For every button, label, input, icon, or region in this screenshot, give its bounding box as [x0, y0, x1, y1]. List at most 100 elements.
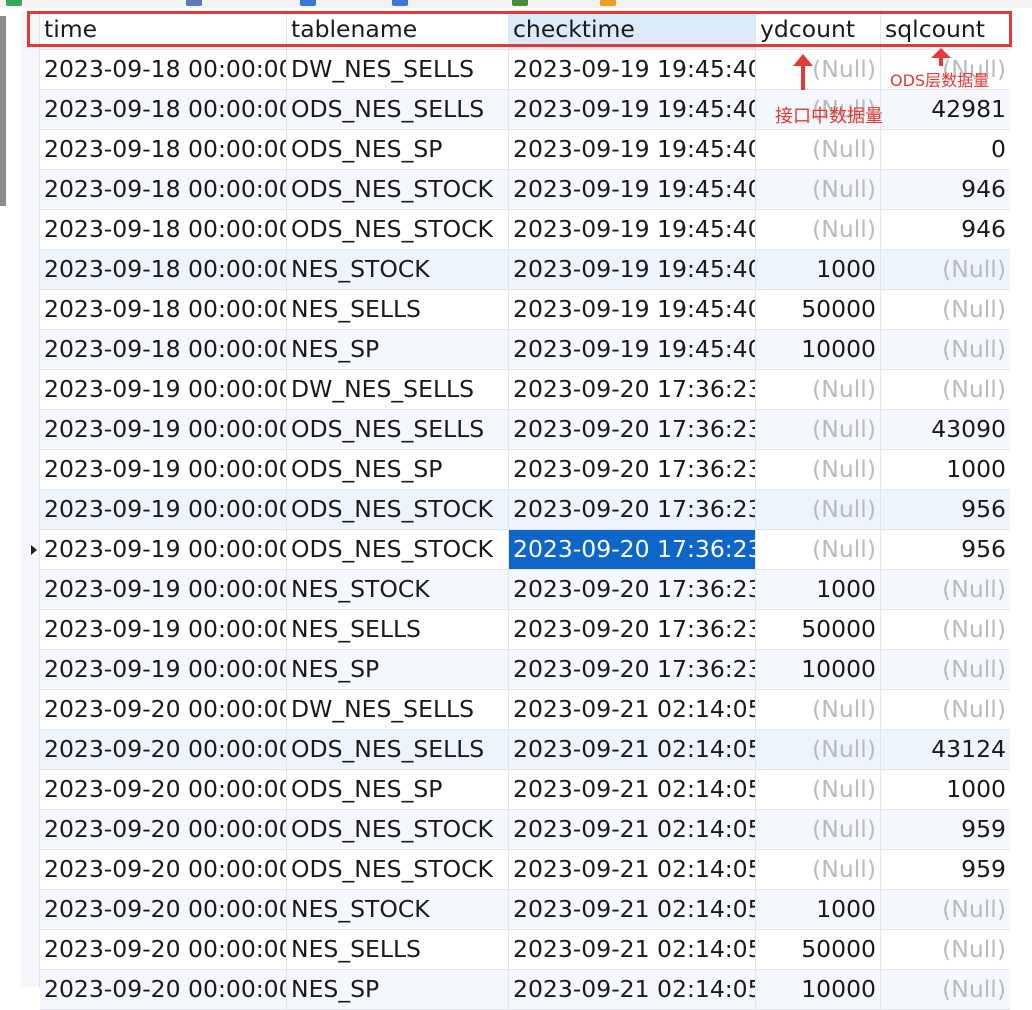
import-icon[interactable] — [512, 0, 528, 6]
cell-sqlcount[interactable]: 42981 — [881, 90, 1010, 129]
cell-sqlcount[interactable]: 43124 — [881, 730, 1010, 769]
cell-ydcount[interactable]: (Null) — [756, 410, 881, 449]
cell-ydcount[interactable]: (Null) — [756, 370, 881, 409]
cell-tablename[interactable]: ODS_NES_SP — [287, 450, 509, 489]
table-row[interactable]: 2023-09-20 00:00:00 DW_NES_SELLS 2023-09-2… — [40, 690, 1010, 730]
cell-sqlcount[interactable]: (Null) — [881, 610, 1010, 649]
cell-time[interactable]: 2023-09-19 00:00:00 — [40, 490, 287, 529]
sort-icon[interactable] — [392, 0, 408, 6]
cell-tablename[interactable]: ODS_NES_SP — [287, 770, 509, 809]
table-row[interactable]: 2023-09-19 00:00:00 NES_STOCK 2023-09-20 1… — [40, 570, 1010, 610]
cell-sqlcount[interactable]: 0 — [881, 130, 1010, 169]
table-row[interactable]: 2023-09-20 00:00:00 NES_SP 2023-09-21 02:1… — [40, 970, 1010, 1010]
cell-sqlcount[interactable]: (Null) — [881, 650, 1010, 689]
cell-ydcount[interactable]: (Null) — [756, 130, 881, 169]
column-header-tablename[interactable]: tablename — [287, 10, 509, 49]
table-row[interactable]: 2023-09-19 00:00:00 ODS_NES_SP 2023-09-20 … — [40, 450, 1010, 490]
cell-time[interactable]: 2023-09-18 00:00:00 — [40, 90, 287, 129]
cell-time[interactable]: 2023-09-18 00:00:00 — [40, 330, 287, 369]
table-row[interactable]: 2023-09-19 00:00:00 ODS_NES_STOCK 2023-09-… — [40, 490, 1010, 530]
cell-ydcount[interactable]: (Null) — [756, 490, 881, 529]
cell-sqlcount[interactable]: 1000 — [881, 450, 1010, 489]
cell-tablename[interactable]: NES_STOCK — [287, 250, 509, 289]
cell-time[interactable]: 2023-09-20 00:00:00 — [40, 970, 287, 1009]
column-header-sqlcount[interactable]: sqlcount — [881, 10, 1010, 49]
cell-ydcount[interactable]: (Null) — [756, 50, 881, 89]
cell-time[interactable]: 2023-09-18 00:00:00 — [40, 250, 287, 289]
cell-checktime[interactable]: 2023-09-21 02:14:05 — [509, 690, 756, 729]
cell-time[interactable]: 2023-09-18 00:00:00 — [40, 210, 287, 249]
table-row[interactable]: 2023-09-19 00:00:00 NES_SP 2023-09-20 17:3… — [40, 650, 1010, 690]
table-row[interactable]: 2023-09-19 00:00:00 ODS_NES_STOCK 2023-09-… — [40, 530, 1010, 570]
cell-checktime[interactable]: 2023-09-20 17:36:23 — [509, 650, 756, 689]
cell-time[interactable]: 2023-09-19 00:00:00 — [40, 450, 287, 489]
table-row[interactable]: 2023-09-20 00:00:00 NES_SELLS 2023-09-21 0… — [40, 930, 1010, 970]
table-row[interactable]: 2023-09-19 00:00:00 ODS_NES_SELLS 2023-09-… — [40, 410, 1010, 450]
cell-time[interactable]: 2023-09-20 00:00:00 — [40, 890, 287, 929]
cell-tablename[interactable]: NES_SELLS — [287, 610, 509, 649]
cell-tablename[interactable]: ODS_NES_STOCK — [287, 810, 509, 849]
cell-tablename[interactable]: ODS_NES_STOCK — [287, 170, 509, 209]
cell-time[interactable]: 2023-09-20 00:00:00 — [40, 930, 287, 969]
cell-tablename[interactable]: ODS_NES_STOCK — [287, 490, 509, 529]
left-scrollbar[interactable] — [0, 16, 6, 206]
cell-tablename[interactable]: NES_SP — [287, 970, 509, 1009]
cell-ydcount[interactable]: 50000 — [756, 930, 881, 969]
cell-ydcount[interactable]: (Null) — [756, 730, 881, 769]
cell-checktime[interactable]: 2023-09-20 17:36:23 — [509, 610, 756, 649]
export-icon[interactable] — [600, 0, 616, 6]
cell-ydcount[interactable]: (Null) — [756, 850, 881, 889]
cell-time[interactable]: 2023-09-19 00:00:00 — [40, 570, 287, 609]
cell-sqlcount[interactable]: 946 — [881, 210, 1010, 249]
cell-ydcount[interactable]: 1000 — [756, 570, 881, 609]
cell-sqlcount[interactable]: (Null) — [881, 970, 1010, 1009]
cell-sqlcount[interactable]: (Null) — [881, 290, 1010, 329]
cell-sqlcount[interactable]: (Null) — [881, 570, 1010, 609]
cell-checktime[interactable]: 2023-09-20 17:36:23 — [509, 370, 756, 409]
cell-ydcount[interactable]: (Null) — [756, 210, 881, 249]
cell-sqlcount[interactable]: 43090 — [881, 410, 1010, 449]
cell-tablename[interactable]: DW_NES_SELLS — [287, 370, 509, 409]
cell-ydcount[interactable]: (Null) — [756, 810, 881, 849]
table-row[interactable]: 2023-09-18 00:00:00 NES_STOCK 2023-09-19 1… — [40, 250, 1010, 290]
start-transaction-icon[interactable] — [6, 0, 22, 6]
cell-checktime[interactable]: 2023-09-21 02:14:05 — [509, 970, 756, 1009]
table-row[interactable]: 2023-09-18 00:00:00 ODS_NES_SP 2023-09-19 … — [40, 130, 1010, 170]
cell-checktime[interactable]: 2023-09-20 17:36:23 — [509, 450, 756, 489]
cell-tablename[interactable]: ODS_NES_SELLS — [287, 90, 509, 129]
cell-tablename[interactable]: NES_SELLS — [287, 930, 509, 969]
table-row[interactable]: 2023-09-18 00:00:00 ODS_NES_STOCK 2023-09-… — [40, 170, 1010, 210]
cell-checktime[interactable]: 2023-09-19 19:45:40 — [509, 290, 756, 329]
cell-sqlcount[interactable]: 956 — [881, 530, 1010, 569]
cell-time[interactable]: 2023-09-18 00:00:00 — [40, 290, 287, 329]
table-row[interactable]: 2023-09-19 00:00:00 NES_SELLS 2023-09-20 1… — [40, 610, 1010, 650]
table-row[interactable]: 2023-09-18 00:00:00 ODS_NES_STOCK 2023-09-… — [40, 210, 1010, 250]
cell-sqlcount[interactable]: 946 — [881, 170, 1010, 209]
column-header-ydcount[interactable]: ydcount — [756, 10, 881, 49]
table-row[interactable]: 2023-09-18 00:00:00 NES_SP 2023-09-19 19:4… — [40, 330, 1010, 370]
cell-tablename[interactable]: NES_SP — [287, 330, 509, 369]
cell-time[interactable]: 2023-09-18 00:00:00 — [40, 130, 287, 169]
cell-tablename[interactable]: ODS_NES_SELLS — [287, 410, 509, 449]
cell-checktime[interactable]: 2023-09-21 02:14:05 — [509, 810, 756, 849]
cell-checktime[interactable]: 2023-09-20 17:36:23 — [509, 490, 756, 529]
cell-checktime[interactable]: 2023-09-20 17:36:23 — [509, 570, 756, 609]
cell-ydcount[interactable]: (Null) — [756, 770, 881, 809]
cell-checktime[interactable]: 2023-09-21 02:14:05 — [509, 930, 756, 969]
cell-ydcount[interactable]: (Null) — [756, 690, 881, 729]
table-row[interactable]: 2023-09-20 00:00:00 NES_STOCK 2023-09-21 0… — [40, 890, 1010, 930]
cell-time[interactable]: 2023-09-19 00:00:00 — [40, 650, 287, 689]
cell-checktime[interactable]: 2023-09-19 19:45:40 — [509, 250, 756, 289]
table-row[interactable]: 2023-09-20 00:00:00 ODS_NES_SP 2023-09-21 … — [40, 770, 1010, 810]
cell-ydcount[interactable]: 10000 — [756, 650, 881, 689]
cell-sqlcount[interactable]: (Null) — [881, 250, 1010, 289]
cell-checktime[interactable]: 2023-09-21 02:14:05 — [509, 890, 756, 929]
cell-tablename[interactable]: DW_NES_SELLS — [287, 50, 509, 89]
cell-ydcount[interactable]: 50000 — [756, 610, 881, 649]
cell-tablename[interactable]: ODS_NES_SP — [287, 130, 509, 169]
cell-checktime[interactable]: 2023-09-19 19:45:40 — [509, 170, 756, 209]
cell-checktime[interactable]: 2023-09-19 19:45:40 — [509, 210, 756, 249]
cell-tablename[interactable]: ODS_NES_STOCK — [287, 530, 509, 569]
table-row[interactable]: 2023-09-19 00:00:00 DW_NES_SELLS 2023-09-2… — [40, 370, 1010, 410]
cell-tablename[interactable]: ODS_NES_SELLS — [287, 730, 509, 769]
